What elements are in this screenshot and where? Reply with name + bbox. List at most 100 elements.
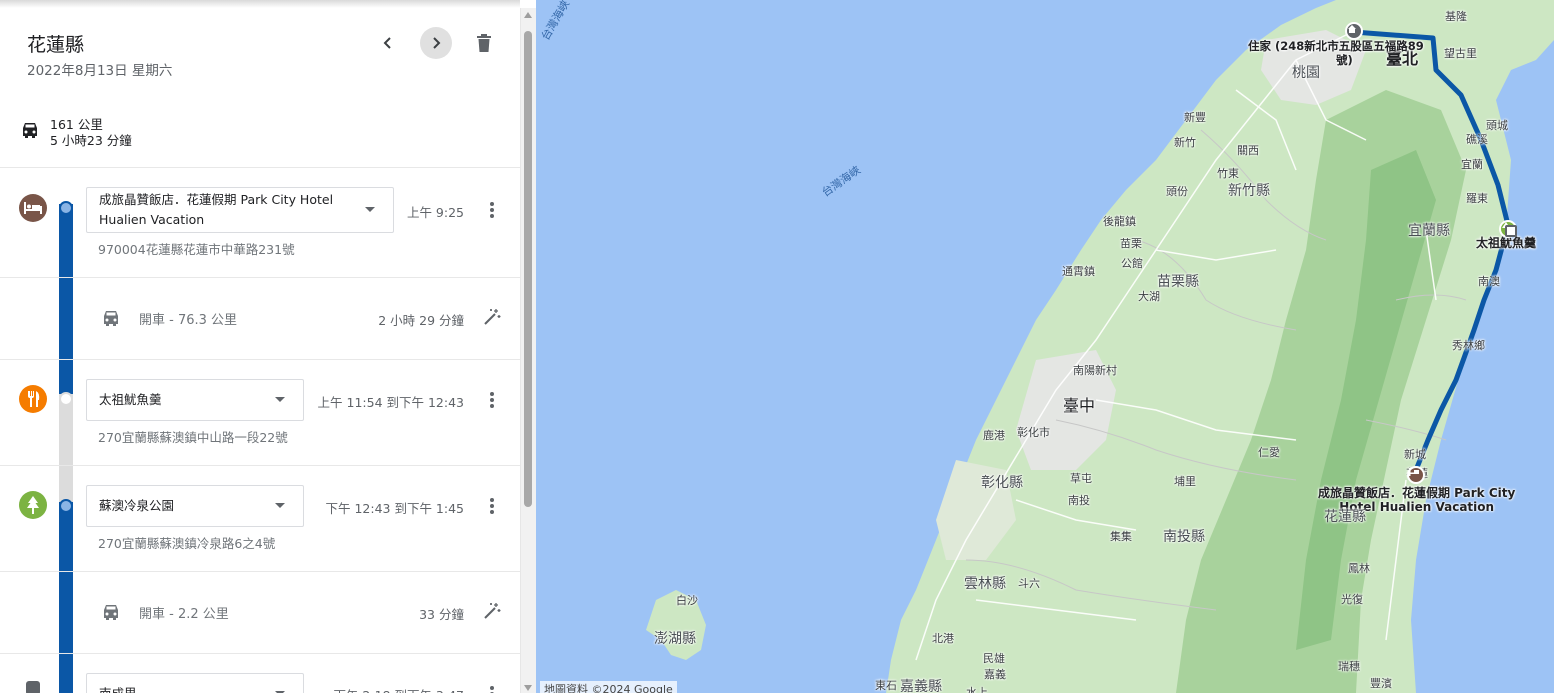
divider — [0, 277, 520, 278]
home-marker-icon[interactable] — [1345, 22, 1363, 40]
stop-selector-hotel[interactable]: 成旅晶贊飯店．花蓮假期 Park City Hotel Hualien Vaca… — [86, 187, 394, 233]
divider — [0, 167, 520, 168]
dropdown-caret-icon — [275, 397, 285, 402]
dropdown-caret-icon — [365, 207, 375, 212]
restaurant-icon — [19, 385, 47, 413]
app-window: 花蓮縣 2022年8月13日 星期六 161 公里 5 小時23 分鐘 成旅晶贊… — [0, 0, 1554, 693]
restaurant-marker-icon[interactable] — [1505, 225, 1517, 237]
stop-address: 270宜蘭縣蘇澳鎮冷泉路6之4號 — [98, 536, 276, 551]
car-icon — [20, 121, 40, 143]
delete-day-button[interactable] — [468, 27, 500, 59]
stop-menu-button[interactable] — [484, 684, 500, 693]
map-label: 彰化市 — [1017, 426, 1050, 439]
stop-time: 下午 2:18 到下午 3:47 — [314, 685, 464, 693]
map-canvas — [536, 0, 1554, 693]
map-label: 鹿港 — [983, 429, 1005, 442]
map-label: 仁愛 — [1258, 446, 1280, 459]
map-label: 望古里 — [1444, 47, 1477, 60]
map-label: 大湖 — [1138, 290, 1160, 303]
stop-time: 上午 9:25 — [406, 205, 464, 220]
map-copyright[interactable]: 地圖資料 ©2024 Google — [540, 681, 677, 693]
map-label: 通霄鎮 — [1062, 265, 1095, 278]
trash-icon — [477, 34, 491, 52]
stop-name: 南成里 — [99, 684, 137, 693]
map-label: 關西 — [1237, 144, 1259, 157]
map-label: 斗六 — [1018, 577, 1040, 590]
hotel-marker-icon[interactable] — [1407, 466, 1425, 484]
drive-duration: 33 分鐘 — [419, 607, 464, 622]
total-duration: 5 小時23 分鐘 — [50, 133, 132, 148]
map-label: 竹東 — [1217, 167, 1239, 180]
route-rail — [59, 204, 73, 394]
timeline-dot — [59, 499, 73, 513]
timeline-dot — [59, 392, 73, 406]
previous-day-button[interactable] — [372, 27, 404, 59]
map-label: 頭城 — [1486, 119, 1508, 132]
map-label: 頭份 — [1166, 185, 1188, 198]
map-label-county: 苗栗縣 — [1157, 274, 1199, 290]
map-label: 新城 — [1404, 448, 1426, 461]
chevron-right-icon — [433, 37, 441, 49]
magic-wand-icon[interactable] — [483, 602, 501, 624]
timeline-dot — [59, 201, 73, 215]
map-label: 水上 — [966, 686, 988, 693]
car-icon — [101, 309, 121, 331]
drive-duration: 2 小時 29 分鐘 — [378, 313, 464, 328]
map-view[interactable]: 台灣海峽 台灣海峽 基隆 望古里 臺北 桃園 住家 (248新北市五股區五福路8… — [536, 0, 1554, 693]
stop-menu-button[interactable] — [484, 200, 500, 220]
map-label-county: 嘉義縣 — [900, 679, 942, 693]
stop-time: 上午 11:54 到下午 12:43 — [317, 395, 464, 410]
scrollbar[interactable] — [520, 8, 536, 693]
stop-address: 970004花蓮縣花蓮市中華路231號 — [98, 242, 295, 257]
stop-menu-button[interactable] — [484, 496, 500, 516]
drive-info: 開車 - 2.2 公里 — [139, 607, 229, 622]
panel-top-shadow — [0, 0, 520, 8]
scroll-down-arrow-icon[interactable] — [524, 685, 532, 691]
stop-selector-park[interactable]: 蘇澳冷泉公園 — [86, 485, 304, 527]
map-label: 新竹 — [1174, 136, 1196, 149]
stop-name: 蘇澳冷泉公園 — [99, 498, 175, 513]
map-label: 基隆 — [1445, 10, 1467, 23]
route-rail — [59, 502, 73, 693]
stop-selector-place[interactable]: 南成里 — [86, 673, 304, 693]
map-label: 草屯 — [1070, 472, 1092, 485]
map-label: 宜蘭 — [1461, 158, 1483, 171]
map-label: 公館 — [1121, 257, 1143, 270]
map-label: 鳳林 — [1348, 562, 1370, 575]
stop-time: 下午 12:43 到下午 1:45 — [325, 501, 464, 516]
map-label: 光復 — [1341, 593, 1363, 606]
car-icon — [101, 603, 121, 625]
map-label: 秀林鄉 — [1452, 339, 1485, 352]
map-label-county: 南投縣 — [1163, 529, 1205, 545]
hotel-icon — [19, 194, 47, 222]
map-label: 南陽新村 — [1073, 364, 1117, 377]
itinerary-panel: 花蓮縣 2022年8月13日 星期六 161 公里 5 小時23 分鐘 成旅晶贊… — [0, 0, 536, 693]
divider — [0, 359, 520, 360]
map-label-city: 臺中 — [1063, 396, 1096, 415]
drive-info: 開車 - 76.3 公里 — [139, 313, 238, 328]
map-label: 礁溪 — [1466, 133, 1488, 146]
map-label-county: 花蓮縣 — [1324, 509, 1366, 525]
map-label: 後龍鎮 — [1103, 215, 1136, 228]
map-label: 羅東 — [1466, 192, 1488, 205]
next-day-button[interactable] — [420, 27, 452, 59]
divider — [0, 571, 520, 572]
map-label: 東石 — [875, 679, 897, 692]
map-label-county: 澎湖縣 — [654, 631, 696, 647]
map-label: 瑞穗 — [1338, 660, 1360, 673]
chevron-left-icon — [383, 37, 391, 49]
map-label: 南投 — [1068, 494, 1090, 507]
divider — [0, 653, 520, 654]
dropdown-caret-icon — [275, 503, 285, 508]
stop-name: 成旅晶贊飯店．花蓮假期 Park City Hotel Hualien Vaca… — [99, 192, 334, 227]
map-label: 民雄 — [983, 652, 1005, 665]
map-label: 北港 — [932, 632, 954, 645]
scrollbar-thumb[interactable] — [524, 31, 532, 507]
scroll-up-arrow-icon[interactable] — [524, 12, 532, 18]
magic-wand-icon[interactable] — [483, 308, 501, 330]
stop-selector-restaurant[interactable]: 太祖魷魚羹 — [86, 379, 304, 421]
map-label: 苗栗 — [1120, 237, 1142, 250]
map-label: 豐濱 — [1370, 677, 1392, 690]
stop-menu-button[interactable] — [484, 390, 500, 410]
page-title: 花蓮縣 — [27, 34, 85, 56]
